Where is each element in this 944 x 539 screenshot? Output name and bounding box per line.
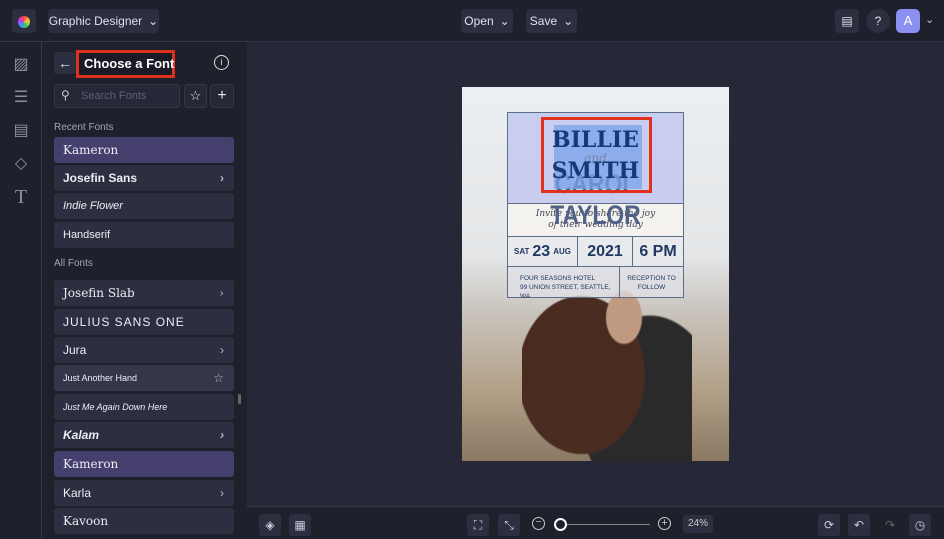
panel-scrollbar[interactable] <box>238 394 241 404</box>
fit-screen-icon[interactable]: ⛶ <box>467 514 489 536</box>
design-canvas[interactable]: CAROL TAYLOR BILLIE and SMITH Invite you… <box>462 87 729 461</box>
chevron-down-icon[interactable]: ⌄ <box>925 13 934 26</box>
bottom-toolbar: ◈ ▦ ⛶ ⤡ − + 24% ⟳ ↶ ↷ ◷ <box>247 506 944 539</box>
info-icon[interactable]: i <box>214 55 229 70</box>
star-icon[interactable]: ☆ <box>213 365 224 391</box>
chevron-right-icon: › <box>220 486 224 500</box>
font-name: Kameron <box>63 143 119 157</box>
font-item-indie-flower[interactable]: Indie Flower <box>54 193 234 219</box>
chevron-right-icon: › <box>219 286 224 300</box>
graphics-icon[interactable]: ◇ <box>11 154 31 174</box>
venue-row: FOUR SEASONS HOTEL 99 UNION STREET, SEATT… <box>508 267 683 300</box>
zoom-slider[interactable] <box>553 518 650 531</box>
favorites-button[interactable]: ☆ <box>184 84 207 108</box>
search-input[interactable]: ⚲ Search Fonts <box>54 84 180 108</box>
font-item-josefin-sans[interactable]: Josefin Sans › <box>54 165 234 191</box>
font-name: Kameron <box>63 457 119 471</box>
font-item-julius-sans-one[interactable]: JULIUS SANS ONE <box>54 309 234 335</box>
date-cell: SAT 23 AUG <box>508 237 578 266</box>
chevron-right-icon: › <box>220 428 224 442</box>
search-placeholder: Search Fonts <box>81 90 147 102</box>
chevron-down-icon: ⌄ <box>148 14 159 28</box>
font-name: Kalam <box>63 428 100 442</box>
date-row: SAT 23 AUG 2021 6 PM <box>508 237 683 267</box>
zoom-out-icon[interactable]: − <box>532 517 545 530</box>
reception-line-2: FOLLOW <box>637 284 666 291</box>
font-item-kavoon[interactable]: Kavoon <box>54 508 234 534</box>
open-button[interactable]: Open ⌄ <box>461 9 513 33</box>
font-name: Just Another Hand <box>63 373 138 383</box>
chevron-down-icon: ⌄ <box>499 14 510 28</box>
font-name: Indie Flower <box>63 200 123 212</box>
font-item-jura[interactable]: Jura › <box>54 337 234 363</box>
back-button[interactable]: ← <box>54 52 76 74</box>
font-name: Jura <box>63 343 87 357</box>
comments-icon[interactable]: ▤ <box>835 9 859 33</box>
open-label: Open <box>464 14 494 28</box>
font-panel: ← Choose a Font i ⚲ Search Fonts ☆ + Rec… <box>42 42 247 539</box>
font-name: Josefin Slab <box>63 286 135 300</box>
venue-line-2: 99 UNION STREET, SEATTLE, WA <box>520 284 611 300</box>
layers-icon[interactable]: ◈ <box>259 514 281 536</box>
names-block: CAROL TAYLOR BILLIE and SMITH <box>508 113 683 230</box>
year: 2021 <box>578 237 633 266</box>
day: SAT <box>514 247 530 256</box>
search-icon: ⚲ <box>61 88 70 102</box>
chevron-right-icon: › <box>220 171 224 185</box>
project-type-dropdown[interactable]: Graphic Designer ⌄ <box>48 9 159 33</box>
font-name: JULIUS SANS ONE <box>63 315 185 329</box>
refresh-icon[interactable]: ⟳ <box>818 514 840 536</box>
recent-fonts-label: Recent Fonts <box>54 122 114 133</box>
save-button[interactable]: Save ⌄ <box>526 9 577 33</box>
tool-rail: ▨ ☰ ▤ ◇ T <box>0 42 42 539</box>
zoom-slider-handle[interactable] <box>553 518 567 531</box>
venue-cell: FOUR SEASONS HOTEL 99 UNION STREET, SEATT… <box>508 267 620 300</box>
font-item-josefin-slab[interactable]: Josefin Slab › <box>54 280 234 306</box>
font-item-kameron[interactable]: Kameron <box>54 137 234 163</box>
undo-icon[interactable]: ↶ <box>848 514 870 536</box>
chevron-right-icon: › <box>220 343 224 357</box>
font-name: Handserif <box>63 229 111 241</box>
font-item-handserif[interactable]: Handserif <box>54 222 234 248</box>
font-name: Just Me Again Down Here <box>63 402 168 412</box>
app-logo[interactable] <box>12 9 36 33</box>
reception-line-1: RECEPTION TO <box>627 275 676 282</box>
project-type-label: Graphic Designer <box>48 14 143 28</box>
all-fonts-label: All Fonts <box>54 258 93 269</box>
month: AUG <box>553 247 571 256</box>
font-item-karla[interactable]: Karla › <box>54 480 234 506</box>
zoom-level[interactable]: 24% <box>683 515 713 533</box>
chevron-down-icon: ⌄ <box>563 14 574 28</box>
save-label: Save <box>529 14 558 28</box>
image-icon[interactable]: ▨ <box>11 55 31 75</box>
history-icon[interactable]: ◷ <box>909 514 931 536</box>
selection-highlight <box>541 117 652 193</box>
adjustments-icon[interactable]: ☰ <box>11 88 31 108</box>
font-name: Karla <box>63 486 92 500</box>
font-name: Kavoon <box>63 514 109 528</box>
avatar[interactable]: A <box>896 9 920 33</box>
shrink-icon[interactable]: ⤡ <box>498 514 520 536</box>
font-name: Josefin Sans <box>63 171 138 185</box>
reception-cell: RECEPTION TO FOLLOW <box>620 267 683 297</box>
add-font-button[interactable]: + <box>210 84 234 108</box>
grid-icon[interactable]: ▦ <box>289 514 311 536</box>
font-item-kameron[interactable]: Kameron <box>54 451 234 477</box>
font-item-kalam[interactable]: Kalam › <box>54 422 234 448</box>
panel-title: Choose a Font <box>84 56 175 71</box>
top-bar: Graphic Designer ⌄ Open ⌄ Save ⌄ ▤ ? A ⌄ <box>0 0 944 42</box>
zoom-in-icon[interactable]: + <box>658 517 671 530</box>
redo-icon[interactable]: ↷ <box>879 514 901 536</box>
invitation-card: CAROL TAYLOR BILLIE and SMITH Invite you… <box>507 112 684 300</box>
text-icon[interactable]: T <box>11 187 31 207</box>
time: 6 PM <box>639 243 677 260</box>
help-icon[interactable]: ? <box>866 9 890 33</box>
font-item-just-another-hand[interactable]: Just Another Hand ☆ <box>54 365 234 391</box>
font-item-just-me-again-down-here[interactable]: Just Me Again Down Here <box>54 394 234 420</box>
venue-line-1: FOUR SEASONS HOTEL <box>520 275 596 282</box>
layout-icon[interactable]: ▤ <box>11 121 31 141</box>
date: 23 <box>532 242 551 260</box>
